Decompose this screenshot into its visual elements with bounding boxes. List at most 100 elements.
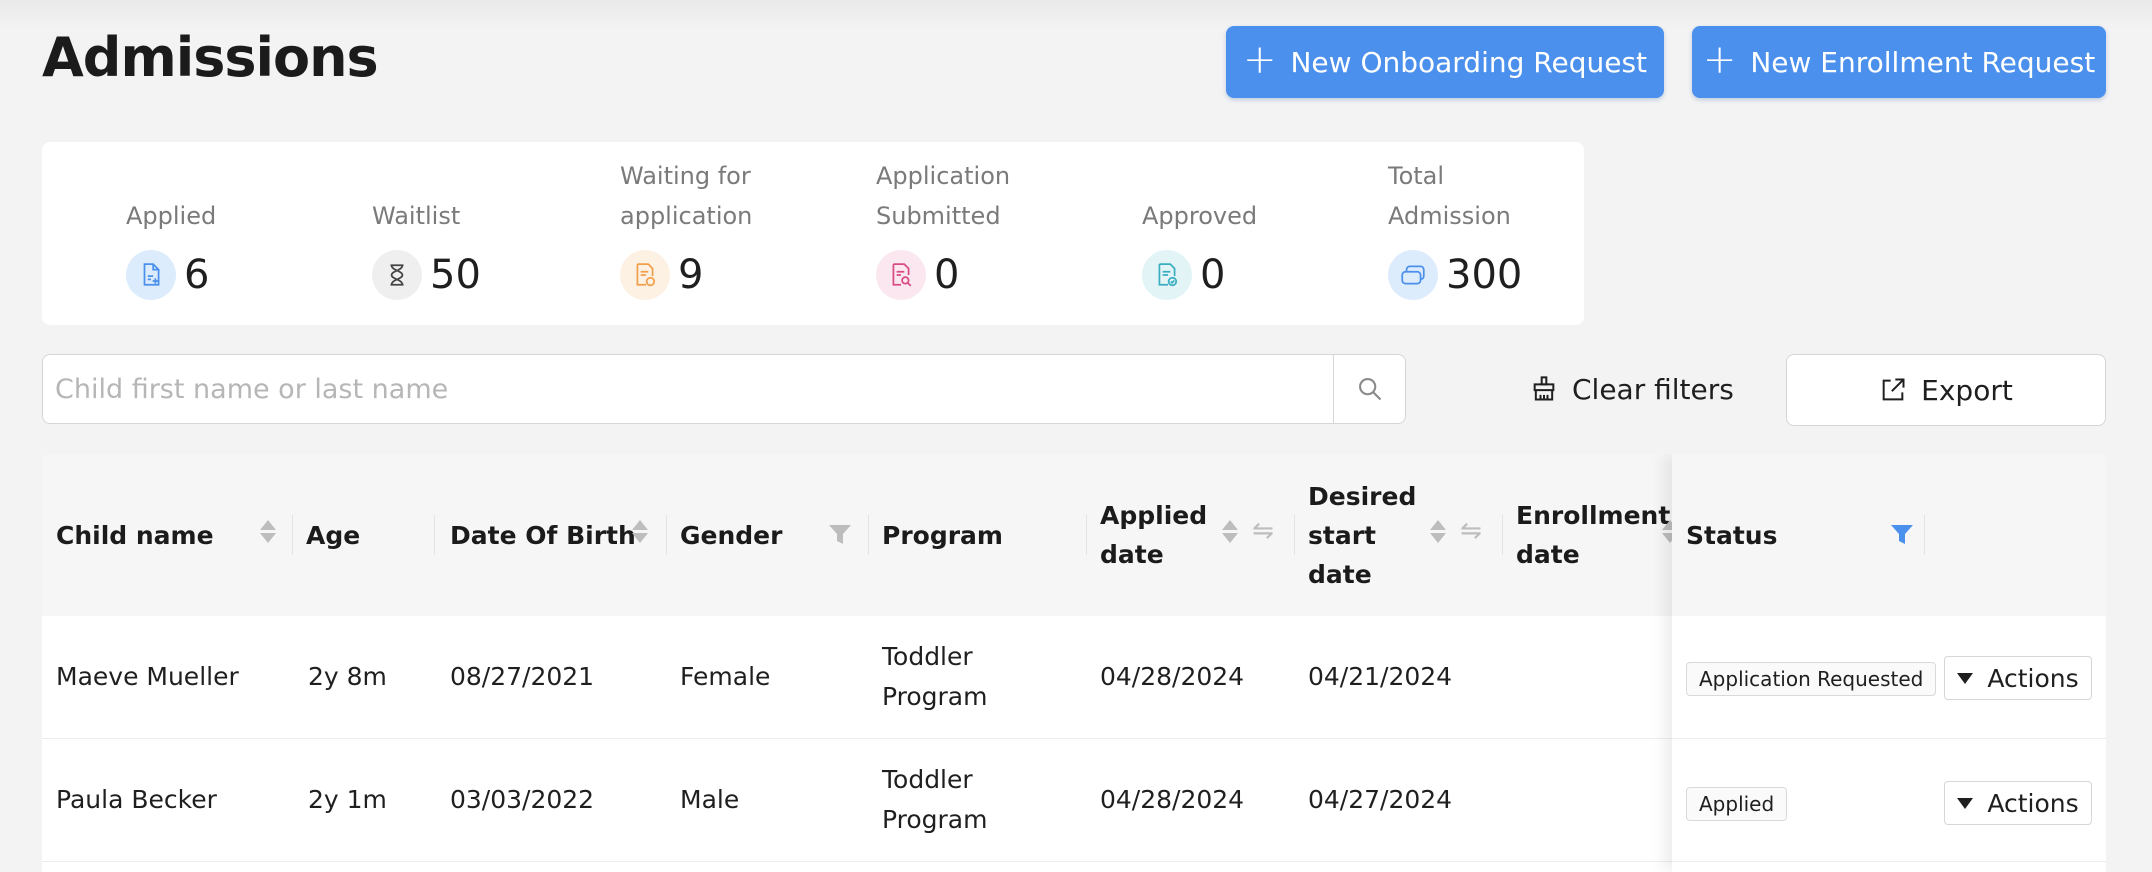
cell-enrollment-date — [1502, 616, 1516, 738]
search-input[interactable] — [43, 355, 1335, 423]
cell-desired-start-date: 04/27/2024 — [1308, 785, 1453, 814]
stat-label-line2: Submitted — [876, 202, 1001, 230]
plus-icon: + — [1702, 37, 1737, 83]
document-search-icon — [876, 250, 926, 300]
filter-icon[interactable] — [828, 524, 852, 546]
search-box — [42, 354, 1406, 424]
page-title: Admissions — [42, 26, 379, 89]
sort-icon[interactable] — [1430, 520, 1446, 543]
column-header-label: Gender — [680, 520, 783, 550]
stat-label: Waitlist — [372, 202, 461, 230]
column-header-label: Status — [1686, 520, 1778, 550]
cell-date-of-birth: 03/03/2022 — [450, 785, 595, 814]
export-label: Export — [1921, 373, 2013, 407]
admissions-table: Child name Age Date Of Birth Gender Prog… — [42, 454, 2106, 872]
cell-applied-date: 04/28/2024 — [1100, 662, 1245, 691]
status-badge: Applied — [1686, 787, 1788, 821]
caret-down-icon — [1957, 797, 1974, 809]
actions-dropdown-button[interactable]: Actions — [1944, 656, 2092, 700]
actions-dropdown-button[interactable]: Actions — [1944, 781, 2092, 825]
cell-age: 2y 1m — [308, 785, 387, 814]
document-check-icon — [1142, 250, 1192, 300]
column-header-child-name[interactable]: Child name — [42, 454, 292, 616]
stat-label-line1: Total — [1388, 162, 1445, 190]
sort-icon[interactable] — [632, 520, 648, 543]
stat-applied[interactable]: Applied 6 — [126, 142, 306, 325]
cell-program: Toddler Program — [868, 739, 1022, 861]
status-header: Status — [1672, 454, 2106, 616]
cell-program-text: Toddler Program — [882, 765, 988, 834]
stat-label-line2: Admission — [1388, 202, 1511, 230]
cell-child-name: Paula Becker — [56, 785, 217, 814]
search-button[interactable] — [1333, 355, 1405, 423]
stat-waitlist[interactable]: Waitlist 50 — [372, 142, 552, 325]
sort-icon[interactable] — [260, 520, 276, 543]
sort-icon[interactable] — [1222, 520, 1238, 543]
cell-gender: Female — [680, 662, 771, 691]
cell-age: 2y 8m — [308, 662, 387, 691]
column-divider — [434, 515, 435, 555]
status-row: Application Requested Actions — [1672, 616, 2106, 739]
filter-active-icon[interactable] — [1890, 524, 1914, 546]
stat-waiting-for-application[interactable]: Waiting for application 9 — [620, 142, 820, 325]
stat-value: 300 — [1446, 252, 1523, 298]
stat-label: Approved — [1142, 202, 1258, 230]
caret-down-icon — [1957, 672, 1974, 684]
fixed-status-column: Status Application Requested Actions App… — [1672, 454, 2106, 872]
clear-filters-button[interactable]: Clear filters — [1530, 366, 1734, 412]
stat-label-line1: Application — [876, 162, 1011, 190]
swap-icon[interactable]: ⇋ — [1252, 516, 1274, 546]
column-header-status[interactable]: Status — [1672, 454, 1912, 616]
swap-icon[interactable]: ⇋ — [1460, 516, 1482, 546]
stat-application-submitted[interactable]: Application Submitted 0 — [876, 142, 1076, 325]
column-header-age[interactable]: Age — [292, 454, 434, 616]
stat-value: 0 — [934, 252, 960, 298]
column-header-enrollment-date[interactable]: Enrollment date — [1502, 454, 1682, 616]
column-header-label: Enrollment date — [1516, 501, 1671, 569]
stat-value: 0 — [1200, 252, 1226, 298]
new-enrollment-request-button[interactable]: + New Enrollment Request — [1692, 26, 2106, 98]
stat-approved[interactable]: Approved 0 — [1142, 142, 1322, 325]
column-divider — [1924, 515, 1925, 555]
cell-program-text: Toddler Program — [882, 642, 988, 711]
broom-icon — [1533, 376, 1555, 401]
new-onboarding-request-label: New Onboarding Request — [1290, 45, 1648, 79]
actions-label: Actions — [1987, 788, 2079, 818]
cell-gender: Male — [680, 785, 740, 814]
column-header-program[interactable]: Program — [868, 454, 1078, 616]
cell-applied-date: 04/28/2024 — [1100, 785, 1245, 814]
cell-program: Toddler Program — [868, 616, 1022, 738]
stat-label-line1: Waiting for — [620, 162, 751, 190]
column-header-label: Age — [306, 520, 361, 550]
column-header-label: Date Of Birth — [450, 520, 636, 550]
document-plus-icon — [126, 250, 176, 300]
status-row: Applied Actions — [1672, 739, 2106, 862]
stat-label: Applied — [126, 202, 217, 230]
clear-filters-label: Clear filters — [1572, 372, 1734, 406]
stat-value: 6 — [184, 252, 210, 298]
export-icon — [1882, 378, 1905, 401]
column-header-label: Child name — [56, 520, 214, 550]
stat-label-line2: application — [620, 202, 753, 230]
stat-total-admission[interactable]: Total Admission 300 — [1388, 142, 1568, 325]
admission-stats-card: Applied 6 Waitlist 50 Waiting for applic… — [42, 142, 1584, 325]
cell-child-name: Maeve Mueller — [56, 662, 239, 691]
column-header-label: Desired start date — [1308, 481, 1417, 589]
actions-label: Actions — [1987, 663, 2079, 693]
cell-date-of-birth: 08/27/2021 — [450, 662, 595, 691]
cell-desired-start-date: 04/21/2024 — [1308, 662, 1453, 691]
cell-enrollment-date — [1502, 739, 1516, 861]
status-badge: Application Requested — [1686, 662, 1937, 696]
column-header-label: Applied date — [1100, 501, 1208, 569]
new-enrollment-request-label: New Enrollment Request — [1750, 45, 2096, 79]
new-onboarding-request-button[interactable]: + New Onboarding Request — [1226, 26, 1664, 98]
column-header-label: Program — [882, 520, 1003, 550]
stat-value: 50 — [430, 252, 481, 298]
stack-icon — [1388, 250, 1438, 300]
search-icon — [1358, 378, 1381, 401]
hourglass-icon — [372, 250, 422, 300]
document-refresh-icon — [620, 250, 670, 300]
plus-icon: + — [1242, 37, 1277, 83]
export-button[interactable]: Export — [1786, 354, 2106, 426]
stat-value: 9 — [678, 252, 704, 298]
